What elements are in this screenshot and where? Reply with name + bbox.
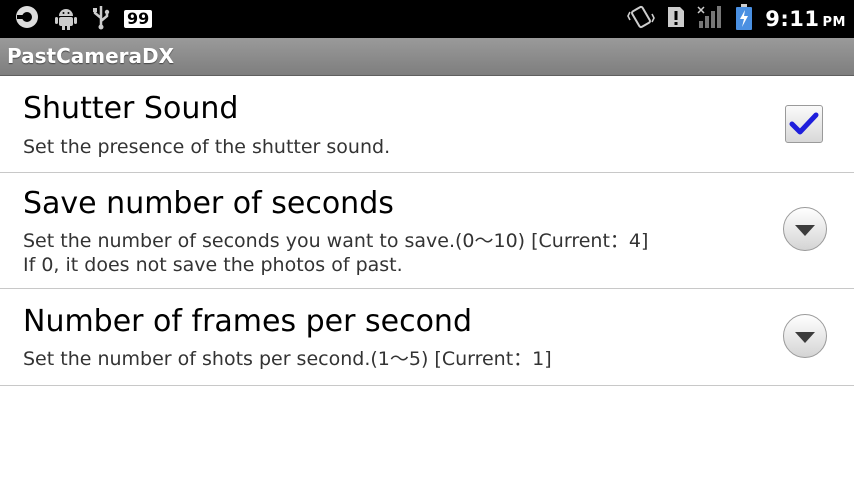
save-seconds-dropdown[interactable] xyxy=(783,207,827,251)
android-debug-icon xyxy=(54,4,78,34)
status-bar-right: 9:11 PM xyxy=(627,0,846,38)
chevron-down-icon xyxy=(795,225,815,236)
usb-icon xyxy=(92,4,110,34)
setting-save-seconds[interactable]: Save number of seconds Set the number of… xyxy=(0,173,854,289)
app-title-bar: PastCameraDX xyxy=(0,38,854,76)
setting-frames-per-second[interactable]: Number of frames per second Set the numb… xyxy=(0,289,854,386)
setting-title: Shutter Sound xyxy=(23,91,239,126)
shutter-sound-checkbox[interactable] xyxy=(785,105,823,143)
status-bar-left: 99 xyxy=(14,0,153,38)
chevron-down-icon xyxy=(795,332,815,343)
record-icon xyxy=(14,4,40,34)
notification-count-badge: 99 xyxy=(124,10,153,28)
status-bar: 99 9:11 PM xyxy=(0,0,854,38)
clock: 9:11 PM xyxy=(765,7,846,31)
alert-icon xyxy=(667,4,685,34)
setting-summary: Set the number of shots per second.(1〜5)… xyxy=(23,348,552,370)
setting-shutter-sound[interactable]: Shutter Sound Set the presence of the sh… xyxy=(0,76,854,173)
battery-charging-icon xyxy=(735,3,753,35)
setting-summary: Set the number of seconds you want to sa… xyxy=(23,230,649,276)
clock-ampm: PM xyxy=(822,15,846,30)
clock-time: 9:11 xyxy=(765,7,820,31)
setting-title: Save number of seconds xyxy=(23,186,394,221)
app-title: PastCameraDX xyxy=(7,44,175,68)
signal-icon xyxy=(697,4,723,34)
frames-per-second-dropdown[interactable] xyxy=(783,314,827,358)
setting-summary: Set the presence of the shutter sound. xyxy=(23,136,391,158)
check-icon xyxy=(789,112,819,135)
vibrate-icon xyxy=(627,4,656,34)
setting-title: Number of frames per second xyxy=(23,304,472,339)
